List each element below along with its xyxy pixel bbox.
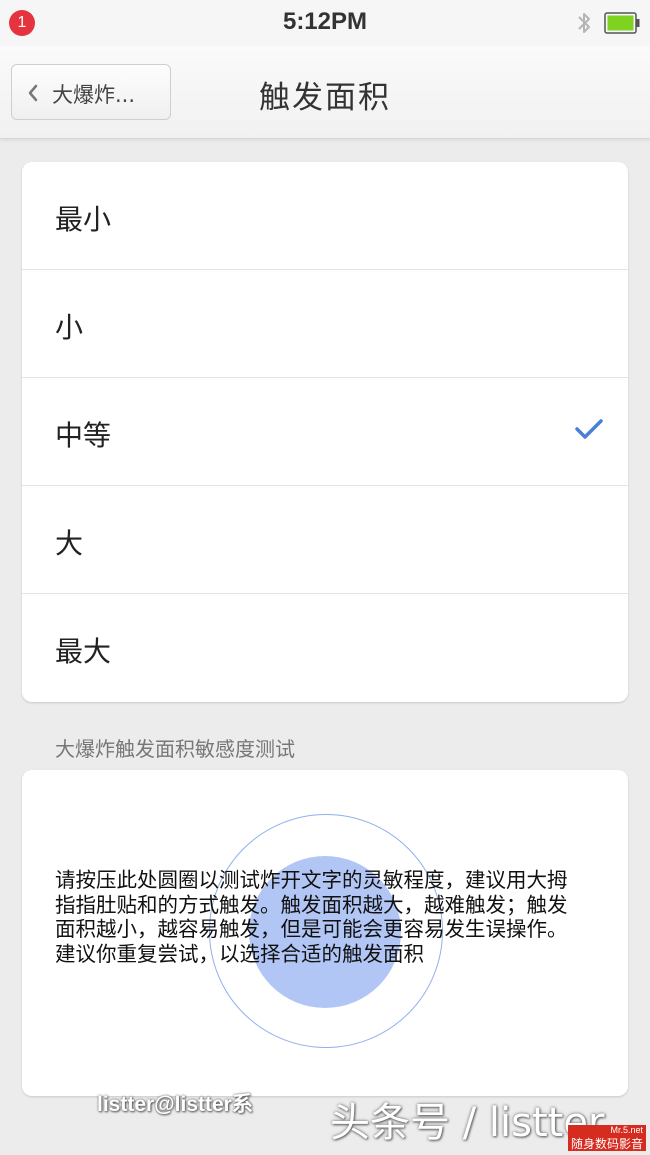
- battery-icon: [604, 12, 640, 34]
- logo-domain: Mr.5.net: [610, 1125, 643, 1135]
- toutiao-watermark: 头条号 / listter: [330, 1100, 605, 1146]
- option-smallest[interactable]: 最小: [22, 162, 628, 270]
- option-medium[interactable]: 中等: [22, 378, 628, 486]
- status-bar: 1 5:12PM: [0, 0, 650, 46]
- option-small[interactable]: 小: [22, 270, 628, 378]
- option-label: 中等: [55, 419, 112, 452]
- navigation-bar: 大爆炸... 触发面积: [0, 46, 650, 139]
- option-label: 最小: [55, 203, 112, 236]
- trigger-area-options: 最小 小 中等 大 最大: [22, 162, 628, 702]
- bluetooth-icon: [578, 13, 590, 33]
- option-label: 大: [55, 527, 84, 560]
- status-time: 5:12PM: [282, 8, 368, 35]
- checkmark-icon: [575, 419, 603, 439]
- option-label: 小: [55, 311, 84, 344]
- option-largest[interactable]: 最大: [22, 594, 628, 702]
- test-instructions: 请按压此处圆圈以测试炸开文字的灵敏程度，建议用大拇指指肚贴和的方式触发。触发面积…: [55, 868, 568, 966]
- sensitivity-test-card: 请按压此处圆圈以测试炸开文字的灵敏程度，建议用大拇指指肚贴和的方式触发。触发面积…: [22, 770, 628, 1096]
- logo-name: 随身数码影音: [570, 1137, 643, 1151]
- section-heading: 大爆炸触发面积敏感度测试: [55, 737, 295, 761]
- option-large[interactable]: 大: [22, 486, 628, 594]
- author-watermark: listter@listter系: [97, 1093, 253, 1116]
- site-logo: Mr.5.net 随身数码影音: [568, 1125, 646, 1151]
- option-label: 最大: [55, 635, 112, 668]
- page-title: 触发面积: [259, 80, 391, 116]
